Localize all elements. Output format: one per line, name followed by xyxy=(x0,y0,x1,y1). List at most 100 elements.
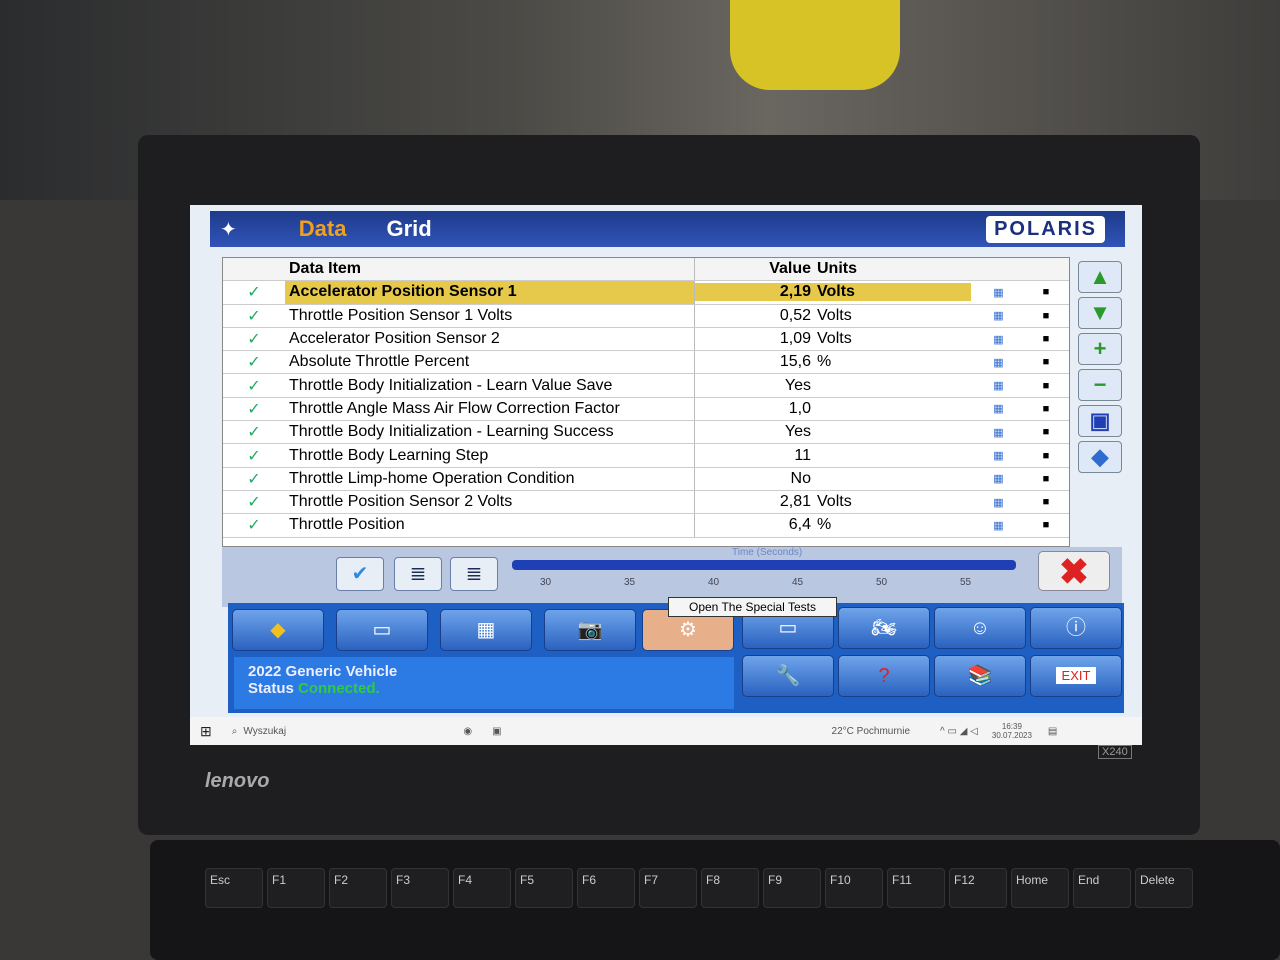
check-icon[interactable]: ✓ xyxy=(223,282,285,302)
graph-icon[interactable]: ▦ xyxy=(971,519,1026,532)
table-row[interactable]: ✓ Throttle Body Learning Step 11 ▦ ■ xyxy=(223,444,1069,468)
key[interactable]: F12 xyxy=(949,868,1007,908)
clock-date: 30.07.2023 xyxy=(991,731,1032,740)
record-icon[interactable]: ■ xyxy=(1026,356,1066,368)
clock[interactable]: 16:39 30.07.2023 xyxy=(992,722,1032,740)
table-row[interactable]: ✓ Throttle Position 6,4 % ▦ ■ xyxy=(223,514,1069,538)
check-icon[interactable]: ✓ xyxy=(223,422,285,442)
key[interactable]: F9 xyxy=(763,868,821,908)
table-row[interactable]: ✓ Throttle Limp-home Operation Condition… xyxy=(223,467,1069,491)
table-row[interactable]: ✓ Throttle Position Sensor 1 Volts 0,52 … xyxy=(223,304,1069,328)
weather[interactable]: 22°C Pochmurnie xyxy=(832,726,910,737)
taskbar-search[interactable]: Wyszukaj xyxy=(243,726,363,737)
key[interactable]: F11 xyxy=(887,868,945,908)
key[interactable]: F10 xyxy=(825,868,883,908)
time-tick: 45 xyxy=(792,577,804,588)
check-all-button[interactable]: ✔ xyxy=(336,557,384,591)
check-icon[interactable]: ✓ xyxy=(223,376,285,396)
info-button[interactable]: ⓘ xyxy=(1030,607,1122,649)
check-icon[interactable]: ✓ xyxy=(223,306,285,326)
record-icon[interactable]: ■ xyxy=(1026,496,1066,508)
key[interactable]: Home xyxy=(1011,868,1069,908)
key[interactable]: F5 xyxy=(515,868,573,908)
graph-icon[interactable]: ▦ xyxy=(971,449,1026,462)
help-button[interactable]: ? xyxy=(838,655,930,697)
exit-label: EXIT xyxy=(1055,667,1097,684)
key[interactable]: Delete xyxy=(1135,868,1193,908)
tray-icons[interactable]: ^ ▭ ◢ ◁ xyxy=(940,726,978,737)
chrome-icon[interactable]: ◉ xyxy=(463,726,472,737)
graph-icon[interactable]: ▦ xyxy=(971,426,1026,439)
check-icon[interactable]: ✓ xyxy=(223,352,285,372)
table-row[interactable]: ✓ Throttle Body Initialization - Learn V… xyxy=(223,374,1069,398)
technician-button[interactable]: ☺ xyxy=(934,607,1026,649)
time-slider[interactable] xyxy=(512,560,1016,570)
save-button[interactable]: ▣ xyxy=(1078,405,1122,437)
check-icon[interactable]: ✓ xyxy=(223,492,285,512)
key[interactable]: F7 xyxy=(639,868,697,908)
record-icon[interactable]: ■ xyxy=(1026,286,1066,298)
check-icon[interactable]: ✓ xyxy=(223,446,285,466)
header-data-item[interactable]: Data Item xyxy=(285,258,695,281)
check-icon[interactable]: ✓ xyxy=(223,399,285,419)
key[interactable]: F4 xyxy=(453,868,511,908)
tools-button[interactable]: 🔧 xyxy=(742,655,834,697)
traffic-light-button-1[interactable]: ≣ xyxy=(394,557,442,591)
graph-icon[interactable]: ▦ xyxy=(971,496,1026,509)
check-icon[interactable]: ✓ xyxy=(223,515,285,535)
graph-icon[interactable]: ▦ xyxy=(971,333,1026,346)
graph-icon[interactable]: ▦ xyxy=(971,286,1026,299)
table-row[interactable]: ✓ Accelerator Position Sensor 2 1,09 Vol… xyxy=(223,327,1069,352)
vehicles-button[interactable]: 🏍 xyxy=(838,607,930,649)
close-button[interactable]: ✖ xyxy=(1038,551,1110,592)
key[interactable]: F3 xyxy=(391,868,449,908)
header-value[interactable]: Value xyxy=(695,260,815,278)
move-up-button[interactable]: ▲ xyxy=(1078,261,1122,293)
move-down-button[interactable]: ▼ xyxy=(1078,297,1122,329)
remove-button[interactable]: − xyxy=(1078,369,1122,401)
warning-button[interactable]: ◆ xyxy=(232,609,324,651)
traffic-light-button-2[interactable]: ≣ xyxy=(450,557,498,591)
check-icon[interactable]: ✓ xyxy=(223,329,285,349)
data-item-value: 2,19 xyxy=(695,283,815,302)
graph-icon[interactable]: ▦ xyxy=(971,472,1026,485)
table-row[interactable]: ✓ Absolute Throttle Percent 15,6 % ▦ ■ xyxy=(223,351,1069,375)
graph-grid-button[interactable]: ▦ xyxy=(440,609,532,651)
app-icon[interactable]: ▣ xyxy=(492,726,501,737)
key[interactable]: Esc xyxy=(205,868,263,908)
key[interactable]: F2 xyxy=(329,868,387,908)
record-icon[interactable]: ■ xyxy=(1026,380,1066,392)
exit-button[interactable]: EXIT xyxy=(1030,655,1122,697)
windows-start-icon[interactable]: ⊞ xyxy=(200,723,212,740)
graph-icon[interactable]: ▦ xyxy=(971,356,1026,369)
table-row[interactable]: ✓ Throttle Position Sensor 2 Volts 2,81 … xyxy=(223,490,1069,515)
key[interactable]: End xyxy=(1073,868,1131,908)
key[interactable]: F8 xyxy=(701,868,759,908)
open-button[interactable]: ◆ xyxy=(1078,441,1122,473)
manuals-button[interactable]: 📚 xyxy=(934,655,1026,697)
report-button[interactable]: ▭ xyxy=(336,609,428,651)
record-icon[interactable]: ■ xyxy=(1026,450,1066,462)
table-row[interactable]: ✓ Throttle Angle Mass Air Flow Correctio… xyxy=(223,397,1069,422)
add-button[interactable]: + xyxy=(1078,333,1122,365)
camera-button[interactable]: 📷 xyxy=(544,609,636,651)
graph-icon[interactable]: ▦ xyxy=(971,379,1026,392)
table-row[interactable]: ✓ Throttle Body Initialization - Learnin… xyxy=(223,421,1069,445)
check-icon[interactable]: ✓ xyxy=(223,469,285,489)
key[interactable]: F6 xyxy=(577,868,635,908)
search-icon[interactable]: ⌕ xyxy=(232,726,238,737)
data-item-name: Throttle Limp-home Operation Condition xyxy=(285,467,695,490)
record-icon[interactable]: ■ xyxy=(1026,403,1066,415)
notifications-icon[interactable]: ▤ xyxy=(1048,726,1057,737)
record-icon[interactable]: ■ xyxy=(1026,333,1066,345)
header-units[interactable]: Units xyxy=(815,260,971,278)
key[interactable]: F1 xyxy=(267,868,325,908)
table-row[interactable]: ✓ Accelerator Position Sensor 1 2,19 Vol… xyxy=(223,281,1069,305)
graph-icon[interactable]: ▦ xyxy=(971,402,1026,415)
record-icon[interactable]: ■ xyxy=(1026,519,1066,531)
record-icon[interactable]: ■ xyxy=(1026,310,1066,322)
graph-icon[interactable]: ▦ xyxy=(971,309,1026,322)
record-icon[interactable]: ■ xyxy=(1026,473,1066,485)
record-icon[interactable]: ■ xyxy=(1026,426,1066,438)
data-item-value: Yes xyxy=(784,423,811,441)
